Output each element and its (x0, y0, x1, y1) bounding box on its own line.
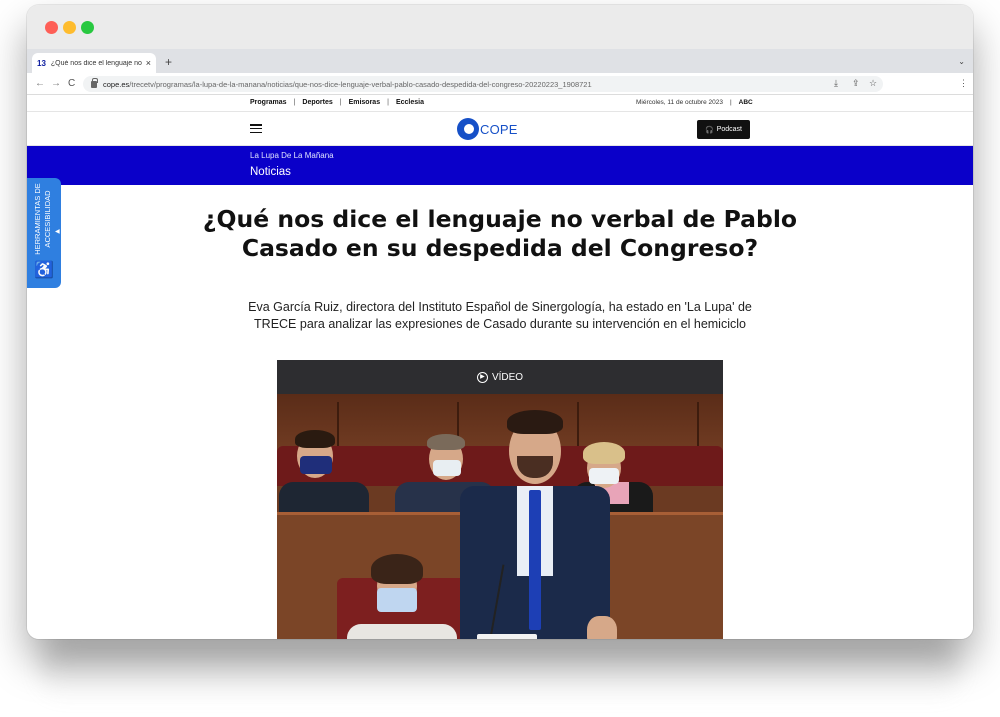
trece-favicon-icon: 13 (37, 58, 46, 68)
article-headline: ¿Qué nos dice el lenguaje no verbal de P… (202, 205, 798, 262)
url-field[interactable]: cope.es/trecetv/programas/la-lupa-de-la-… (83, 76, 883, 92)
section-parent-link[interactable]: La Lupa De La Mañana (250, 151, 334, 160)
cope-logo-mark-icon (457, 118, 479, 140)
cope-logo[interactable]: COPE (457, 118, 518, 140)
speaker-hand (587, 616, 617, 639)
video-play-icon: ▶ (476, 371, 488, 383)
nav-link-emisoras[interactable]: Emisoras (349, 99, 381, 106)
headphones-icon: 🎧 (704, 126, 714, 134)
web-page: Programas | Deportes | Emisoras | Ecclesia Mié… (27, 95, 973, 639)
accessibility-label-line1: HERRAMIENTAS DE (33, 183, 42, 255)
tab-bar: 13 ¿Qué nos dice el lenguaje no verbal ×… (27, 49, 973, 73)
url-domain: cope.es (103, 79, 130, 89)
new-tab-icon[interactable]: + (165, 55, 172, 69)
video-player[interactable]: ▶ VÍDEO (277, 360, 723, 639)
accessibility-tools-tab[interactable]: HERRAMIENTAS DE ACCESIBILIDAD ◀ ♿ (27, 178, 61, 288)
bookmark-star-icon[interactable]: ☆ (869, 78, 877, 89)
top-nav: Programas | Deportes | Emisoras | Ecclesia Mié… (27, 95, 973, 112)
reload-icon[interactable]: C (68, 78, 75, 89)
top-nav-links: Programas | Deportes | Emisoras | Ecclesia (250, 99, 424, 106)
partner-link-abc[interactable]: ABC (739, 99, 753, 106)
nav-link-programas[interactable]: Programas (250, 99, 287, 106)
tab-active[interactable]: 13 ¿Qué nos dice el lenguaje no verbal × (32, 53, 156, 73)
chevron-left-icon: ◀ (55, 229, 60, 235)
accessibility-label: HERRAMIENTAS DE ACCESIBILIDAD (33, 182, 57, 256)
speaker-hair (507, 410, 563, 434)
video-label: VÍDEO (491, 371, 524, 383)
back-icon[interactable]: ← (35, 78, 45, 89)
tab-title: ¿Qué nos dice el lenguaje no verbal (50, 59, 142, 67)
person-hair (583, 442, 625, 464)
nav-separator: | (387, 99, 389, 106)
install-app-icon[interactable]: ⤓ (834, 78, 838, 89)
person-mask (589, 468, 619, 484)
url-path: /trecetv/programas/la-lupa-de-la-manana/… (129, 79, 592, 89)
address-bar: ← → C cope.es/trecetv/programas/la-lupa-… (27, 73, 973, 95)
article-subhead: Eva García Ruiz, directora del Instituto… (248, 300, 752, 331)
person-mask (300, 456, 332, 474)
speech-papers (477, 634, 537, 639)
red-seats-row (277, 446, 723, 486)
person-jacket (347, 624, 457, 639)
section-band: La Lupa De La Mañana Noticias (27, 146, 973, 185)
wheelchair-icon: ♿ (34, 262, 54, 279)
nav-link-deportes[interactable]: Deportes (302, 99, 332, 106)
person-hair (371, 554, 423, 584)
video-thumbnail[interactable] (277, 394, 723, 639)
browser-menu-icon[interactable]: ⋮ (959, 78, 968, 89)
speaker-tie (529, 490, 541, 630)
share-icon[interactable]: ⇪ (852, 78, 860, 89)
lock-icon[interactable] (91, 77, 98, 88)
nav-link-ecclesia[interactable]: Ecclesia (396, 99, 424, 106)
window-shadow (40, 640, 960, 700)
hamburger-menu-icon[interactable] (250, 124, 262, 134)
tab-close-icon[interactable]: × (146, 58, 151, 68)
person-hair (295, 430, 335, 448)
podcast-button[interactable]: 🎧 Podcast (697, 120, 750, 139)
video-header: ▶ VÍDEO (277, 360, 723, 394)
nav-separator: | (293, 99, 296, 106)
browser-window: 13 ¿Qué nos dice el lenguaje no verbal ×… (27, 5, 973, 639)
top-nav-right: Miércoles, 11 de octubre 2023 | ABC (636, 99, 753, 106)
current-date: Miércoles, 11 de octubre 2023 (636, 99, 723, 106)
person-mask (377, 588, 417, 612)
tab-search-icon[interactable]: ⌄ (958, 57, 965, 66)
close-window-button[interactable] (45, 21, 58, 34)
accessibility-label-line2: ACCESIBILIDAD (43, 190, 52, 248)
site-header: COPE 🎧 Podcast (27, 112, 973, 146)
maximize-window-button[interactable] (81, 21, 94, 34)
title-bar (27, 5, 973, 49)
podcast-label: Podcast (716, 126, 742, 133)
nav-separator: | (339, 99, 342, 106)
section-title[interactable]: Noticias (250, 166, 291, 178)
nav-separator: | (729, 99, 732, 106)
person-hair (427, 434, 465, 450)
forward-icon[interactable]: → (51, 78, 61, 89)
cope-logo-text: COPE (480, 121, 518, 137)
minimize-window-button[interactable] (63, 21, 76, 34)
person-mask (433, 460, 461, 476)
url-text: cope.es/trecetv/programas/la-lupa-de-la-… (103, 80, 592, 89)
